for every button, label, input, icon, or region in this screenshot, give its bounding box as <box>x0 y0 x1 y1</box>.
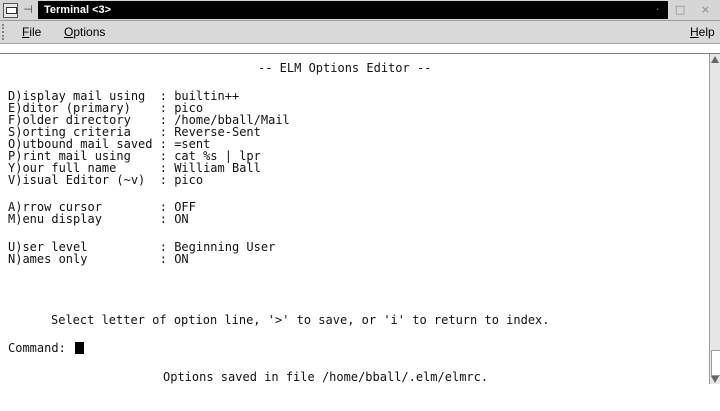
window-controls[interactable]: · □ × <box>656 2 716 18</box>
title-bar: ⊣ Terminal <3> · □ × <box>0 0 720 21</box>
scroll-up-icon[interactable] <box>711 56 719 63</box>
pin-icon[interactable]: ⊣ <box>20 2 36 18</box>
option-line[interactable]: V)isual Editor (~v) : pico <box>8 174 203 186</box>
vertical-scrollbar[interactable] <box>709 54 720 384</box>
option-separator: : <box>152 173 175 187</box>
menu-options-label: ptions <box>73 25 106 39</box>
menubar-grip-icon[interactable] <box>2 24 10 40</box>
menu-file[interactable]: File <box>22 25 41 39</box>
window-title-area[interactable]: Terminal <3> <box>38 1 668 19</box>
window-title: Terminal <3> <box>44 4 112 16</box>
terminal-screen[interactable]: -- ELM Options Editor -- D)isplay mail u… <box>8 53 708 383</box>
window-menu-icon[interactable] <box>3 3 18 18</box>
menu-help[interactable]: Help <box>690 25 715 39</box>
menu-help-label: elp <box>698 25 715 39</box>
menu-bar: File Options Help <box>0 21 720 44</box>
menu-help-mnemonic: H <box>690 25 699 39</box>
toggle-line[interactable]: M)enu display : ON <box>8 213 189 225</box>
menu-file-label: ile <box>29 25 42 39</box>
option-value: pico <box>174 173 204 187</box>
level-line[interactable]: N)ames only : ON <box>8 253 189 265</box>
menu-options[interactable]: Options <box>64 25 105 39</box>
scroll-down-icon[interactable] <box>711 376 719 383</box>
option-separator: : <box>152 212 175 226</box>
prompt-hint: Select letter of option line, '>' to sav… <box>51 313 550 327</box>
command-line[interactable]: Command: <box>8 341 85 355</box>
toggle-label: M)enu display <box>8 212 153 226</box>
editor-header: -- ELM Options Editor -- <box>258 61 432 75</box>
option-label: V)isual Editor (~v) <box>8 173 153 187</box>
scroll-thumb[interactable] <box>711 350 720 376</box>
option-separator: : <box>152 252 175 266</box>
command-label: Command: <box>8 341 66 355</box>
menu-options-mnemonic: O <box>64 25 74 39</box>
level-value: Beginning User <box>174 240 276 254</box>
level-label: N)ames only <box>8 252 153 266</box>
level-value: ON <box>174 252 189 266</box>
toggle-value: ON <box>174 212 189 226</box>
text-cursor <box>75 342 85 354</box>
status-message: Options saved in file /home/bball/.elm/e… <box>163 370 489 384</box>
